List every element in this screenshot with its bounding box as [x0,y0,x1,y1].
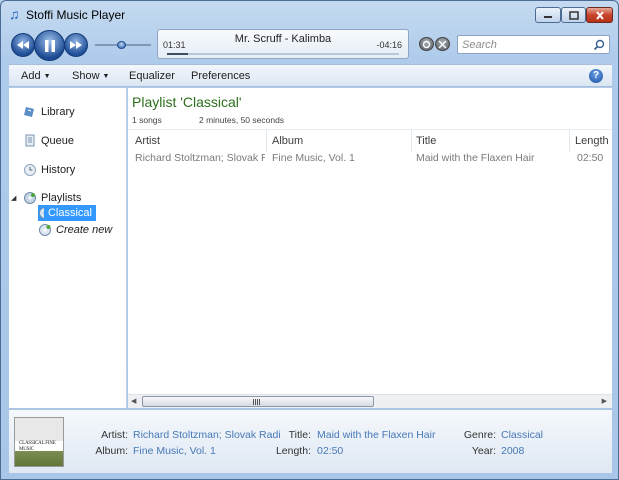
scroll-right-icon[interactable]: ▶ [602,397,607,405]
sidebar-item-label: History [41,164,76,176]
cell-length: 02:50 [577,152,604,164]
year-value[interactable]: 2008 [501,445,524,457]
now-playing-title: Mr. Scruff - Kalimba [234,33,332,45]
next-button[interactable] [64,33,88,57]
sidebar-item-label: Queue [41,135,75,147]
menu-show[interactable]: Show ▼ [72,70,109,82]
album-art-top [15,418,63,441]
sidebar-item-library[interactable]: Library [23,104,75,120]
app-window: ♫ Stoffi Music Player 01:31 Mr. Scruff -… [0,0,619,480]
track-list-header: Artist Album Title Length [128,129,612,152]
menu-add-label: Add [21,70,41,82]
horizontal-scrollbar[interactable]: ◀ ▶ [128,394,612,408]
repeat-icon [422,40,431,48]
shuffle-icon [438,40,447,48]
navigation-sidebar: Library Queue History ◢ Playlists Classi… [9,88,127,408]
minimize-icon [544,16,552,18]
scroll-left-icon[interactable]: ◀ [131,397,136,405]
sidebar-item-history[interactable]: History [23,162,75,178]
remaining-time: -04:16 [376,40,402,50]
previous-icon [17,41,29,49]
pause-button[interactable] [34,30,65,61]
album-art-bottom [15,451,63,466]
now-playing-display: 01:31 Mr. Scruff - Kalimba -04:16 [157,29,409,59]
seek-bar-fill [167,53,188,55]
column-header-album[interactable]: Album [268,130,412,152]
search-input[interactable]: Search [457,35,610,54]
menu-equalizer[interactable]: Equalizer [129,70,175,82]
repeat-button[interactable] [419,37,434,51]
close-button[interactable] [586,7,613,23]
genre-label: Genre: [463,429,496,441]
table-row[interactable]: Richard Stoltzman; Slovak R... Fine Musi… [128,151,612,168]
volume-slider-thumb[interactable] [117,41,126,49]
sidebar-item-label: Playlists [41,192,82,204]
sidebar-item-playlists[interactable]: Playlists [23,190,81,206]
menu-preferences[interactable]: Preferences [191,70,250,82]
track-details-panel: CLASSICAL FINE MUSIC Artist: Richard Sto… [9,409,612,473]
menu-add[interactable]: Add ▼ [21,70,51,82]
playlist-add-icon [39,224,51,236]
help-icon[interactable]: ? [589,69,603,83]
playlists-icon [24,192,36,204]
sidebar-item-create-new[interactable]: Create new [38,222,112,238]
sidebar-item-queue[interactable]: Queue [23,133,74,149]
genre-value[interactable]: Classical [501,429,543,441]
playlist-duration: 2 minutes, 50 seconds [199,115,285,125]
album-label: Album: [95,445,128,457]
window-title: Stoffi Music Player [26,8,126,22]
playlist-disc-icon [39,207,44,219]
length-label: Length: [275,445,311,457]
library-icon [24,107,34,117]
chevron-down-icon: ▼ [102,73,110,80]
maximize-button[interactable] [561,7,586,23]
artist-label: Artist: [101,429,128,441]
length-value: 02:50 [317,445,344,457]
previous-button[interactable] [11,33,35,57]
scrollbar-grip [253,399,261,405]
pause-icon [44,39,55,52]
shuffle-button[interactable] [435,37,450,51]
year-label: Year: [471,445,496,457]
title-bar[interactable]: ♫ Stoffi Music Player [1,1,618,27]
menu-show-label: Show [72,70,100,82]
sidebar-item-classical[interactable]: Classical [38,205,96,221]
minimize-button[interactable] [535,7,561,23]
chevron-down-icon: ▼ [43,73,51,80]
column-header-title[interactable]: Title [412,130,570,152]
next-icon [70,41,82,49]
cell-title: Maid with the Flaxen Hair [416,152,535,164]
search-placeholder: Search [462,39,497,51]
menu-bar: Add ▼ Show ▼ Equalizer Preferences ? [9,64,612,87]
title-label: Title: [288,429,311,441]
maximize-icon [568,10,579,20]
song-count: 1 songs [132,115,162,125]
album-value[interactable]: Fine Music, Vol. 1 [133,445,216,457]
column-header-length[interactable]: Length [571,130,612,152]
artist-value[interactable]: Richard Stoltzman; Slovak Radio... [133,429,281,441]
sidebar-item-label: Library [41,106,75,118]
history-icon [24,164,36,176]
playlist-pane: Playlist 'Classical' 1 songs 2 minutes, … [128,88,612,408]
cell-artist: Richard Stoltzman; Slovak R... [135,152,265,164]
seek-bar[interactable] [167,53,399,55]
music-note-icon: ♫ [9,6,20,22]
column-header-artist[interactable]: Artist [131,130,267,152]
scrollbar-thumb[interactable] [142,396,374,407]
queue-icon [25,134,35,147]
cell-album: Fine Music, Vol. 1 [272,152,355,164]
album-art: CLASSICAL FINE MUSIC [14,417,64,467]
elapsed-time: 01:31 [163,40,186,50]
search-icon[interactable] [593,39,605,51]
page-title: Playlist 'Classical' [132,94,242,110]
sidebar-item-label: Create new [56,224,113,236]
close-icon [595,10,604,20]
shuffle-repeat-controls [419,37,450,51]
title-value[interactable]: Maid with the Flaxen Hair [317,429,435,441]
expand-collapse-icon[interactable]: ◢ [11,194,16,202]
sidebar-item-label: Classical [47,207,92,219]
